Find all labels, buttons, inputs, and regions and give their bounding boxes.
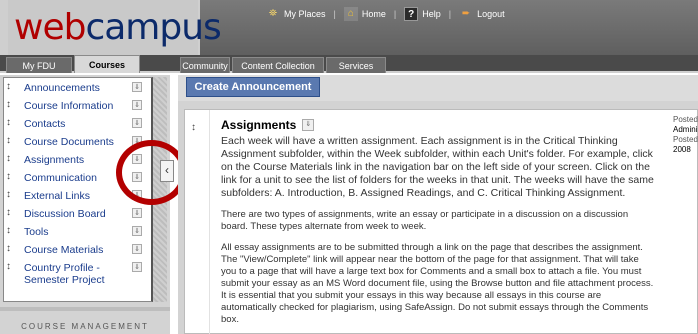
item-paragraph: There are two types of assignments, writ…	[221, 209, 629, 232]
tab-courses[interactable]: Courses	[74, 55, 140, 73]
separator: |	[333, 9, 336, 19]
chevron-down-icon[interactable]: ⇓	[132, 226, 142, 236]
item-title: Assignments ⇓	[221, 118, 315, 132]
my-places-label: My Places	[284, 9, 326, 19]
sidebar-item-label: Assignments	[24, 154, 85, 166]
drag-handle-icon[interactable]: ↕	[6, 153, 11, 164]
chevron-down-icon[interactable]: ⇓	[132, 154, 142, 164]
course-menu: ↕ Announcements ⇓ ↕ Course Information ⇓…	[3, 77, 153, 302]
chevron-down-icon[interactable]: ⇓	[132, 190, 142, 200]
chevron-down-icon[interactable]: ⇓	[132, 172, 142, 182]
course-menu-panel: ↕ Announcements ⇓ ↕ Course Information ⇓…	[0, 75, 170, 334]
item-paragraph: All essay assignments are to be submitte…	[221, 242, 654, 325]
chevron-down-icon[interactable]: ⇓	[132, 208, 142, 218]
drag-handle-icon[interactable]: ↕	[6, 207, 11, 218]
tab-community[interactable]: Community	[180, 57, 230, 73]
sidebar-item-contacts[interactable]: ↕ Contacts ⇓	[4, 116, 152, 134]
chevron-down-icon[interactable]: ⇓	[132, 262, 142, 272]
sidebar-item-tools[interactable]: ↕ Tools ⇓	[4, 224, 152, 242]
tab-my-fdu[interactable]: My FDU	[6, 57, 72, 73]
my-places-link[interactable]: ⛯ My Places	[266, 7, 326, 21]
header-bar: webcampus ⛯ My Places | ⌂ Home | ? Help …	[0, 0, 698, 55]
home-label: Home	[361, 9, 386, 19]
help-label: Help	[422, 9, 441, 19]
sidebar-item-label-line1: Country Profile -	[24, 262, 100, 274]
tab-bar: My FDU Courses Community Content Collect…	[0, 55, 698, 73]
sidebar-item-course-documents[interactable]: ↕ Course Documents ⇓	[4, 134, 152, 152]
menu-resize-strip[interactable]	[153, 77, 167, 302]
drag-handle-icon[interactable]: ↕	[6, 99, 11, 110]
drag-handle-icon[interactable]: ↕	[6, 243, 11, 254]
sidebar-item-communication[interactable]: ↕ Communication ⇓	[4, 170, 152, 188]
sidebar-item-label: Discussion Board	[24, 208, 106, 220]
chevron-down-icon[interactable]: ⇓	[302, 119, 315, 131]
drag-handle-icon[interactable]: ↕	[6, 135, 11, 146]
webcampus-logo[interactable]: webcampus	[8, 0, 222, 55]
sidebar-item-discussion-board[interactable]: ↕ Discussion Board ⇓	[4, 206, 152, 224]
main-content: Create Announcement ↕ Assignments ⇓ Each…	[178, 75, 698, 334]
action-bar: Create Announcement	[178, 75, 698, 101]
sidebar-item-course-materials[interactable]: ↕ Course Materials ⇓	[4, 242, 152, 260]
sidebar-item-course-information[interactable]: ↕ Course Information ⇓	[4, 98, 152, 116]
meta-author: Adminis	[673, 125, 698, 134]
drag-handle-icon[interactable]: ↕	[6, 171, 11, 182]
sidebar-item-announcements[interactable]: ↕ Announcements ⇓	[4, 80, 152, 98]
sidebar-item-label: Announcements	[24, 82, 100, 94]
separator: |	[393, 9, 397, 19]
sidebar-item-label: External Links	[24, 190, 90, 202]
sidebar-item-label: Tools	[24, 226, 49, 238]
divider	[0, 307, 170, 311]
sidebar-item-label: Course Materials	[24, 244, 104, 256]
logo-campus-text: campus	[85, 7, 221, 48]
drag-handle-icon[interactable]: ↕	[6, 81, 11, 92]
content-item: ↕ Assignments ⇓ Each week will have a wr…	[184, 109, 698, 334]
help-icon: ?	[404, 7, 419, 21]
separator: |	[448, 9, 452, 19]
meta-posted-label: Posted	[673, 135, 698, 144]
logo-web-text: web	[14, 7, 86, 48]
logout-label: Logout	[477, 9, 505, 19]
drag-handle-icon[interactable]: ↕	[6, 189, 11, 200]
sidebar-item-country-profile[interactable]: ↕ Country Profile - Semester Project ⇓	[4, 260, 152, 290]
sidebar-item-assignments[interactable]: ↕ Assignments ⇓	[4, 152, 152, 170]
help-link[interactable]: ? Help	[404, 7, 441, 21]
home-icon: ⌂	[343, 7, 358, 21]
logout-link[interactable]: ➨ Logout	[459, 7, 505, 21]
collapse-menu-button[interactable]: ‹	[160, 160, 174, 182]
chevron-down-icon[interactable]: ⇓	[132, 118, 142, 128]
sidebar-item-label: Course Information	[24, 100, 114, 112]
item-metadata: Posted Adminis Posted 2008	[673, 115, 698, 155]
meta-posted-label: Posted	[673, 115, 698, 124]
sidebar-item-external-links[interactable]: ↕ External Links ⇓	[4, 188, 152, 206]
sidebar-item-label-line2: Semester Project	[24, 274, 105, 286]
drag-handle-icon[interactable]: ↕	[6, 225, 11, 236]
item-body: Each week will have a written assignment…	[221, 135, 655, 334]
home-link[interactable]: ⌂ Home	[343, 7, 386, 21]
item-paragraph: Each week will have a written assignment…	[221, 135, 654, 199]
chevron-down-icon[interactable]: ⇓	[132, 100, 142, 110]
top-links: ⛯ My Places | ⌂ Home | ? Help | ➨ Logout	[266, 5, 505, 23]
logout-icon: ➨	[461, 8, 471, 19]
drag-handle-icon[interactable]: ↕	[191, 122, 196, 133]
sidebar-item-label: Course Documents	[24, 136, 114, 148]
create-announcement-button[interactable]: Create Announcement	[186, 77, 320, 97]
chevron-down-icon[interactable]: ⇓	[132, 244, 142, 254]
drag-handle-icon[interactable]: ↕	[6, 117, 11, 128]
divider	[209, 110, 210, 334]
tab-content-collection[interactable]: Content Collection	[232, 57, 324, 73]
chevron-down-icon[interactable]: ⇓	[132, 82, 142, 92]
tab-services[interactable]: Services	[326, 57, 386, 73]
sidebar-item-label: Communication	[24, 172, 97, 184]
sidebar-item-label: Contacts	[24, 118, 66, 130]
meta-year: 2008	[673, 145, 691, 154]
course-management-label[interactable]: COURSE MANAGEMENT	[0, 322, 170, 331]
chevron-down-icon[interactable]: ⇓	[132, 136, 142, 146]
item-title-text: Assignments	[221, 118, 297, 132]
drag-handle-icon[interactable]: ↕	[6, 261, 11, 272]
places-icon: ⛯	[269, 8, 277, 19]
